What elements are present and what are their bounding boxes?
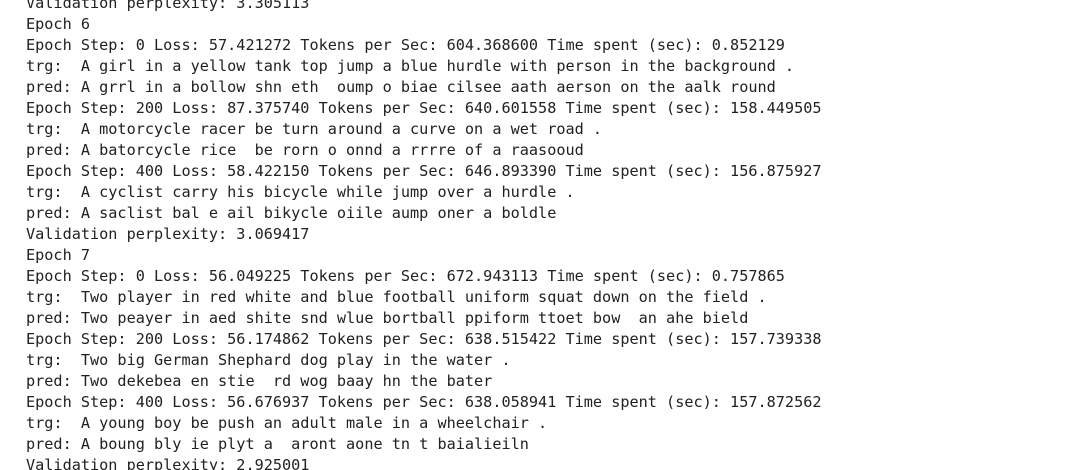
output-line-step: Epoch Step: 400 Loss: 56.676937 Tokens p… <box>26 393 822 411</box>
output-line-epoch: Epoch 7 <box>26 246 91 264</box>
output-line-step: Epoch Step: 0 Loss: 57.421272 Tokens per… <box>26 36 785 54</box>
output-line-step: Epoch Step: 200 Loss: 56.174862 Tokens p… <box>26 330 822 348</box>
output-line-trg: trg: A young boy be push an adult male i… <box>26 414 548 432</box>
cell-output-panel: Validation perplexity: 3.305113 Epoch 6 … <box>0 0 1084 470</box>
output-line-trg: trg: A motorcycle racer be turn around a… <box>26 120 603 138</box>
output-line-pred: pred: A saclist bal e ail bikycle oiile … <box>26 204 557 222</box>
output-line-pred: pred: A batorcycle rice be rorn o onnd a… <box>26 141 584 159</box>
output-line-trg: trg: A girl in a yellow tank top jump a … <box>26 57 795 75</box>
output-line-validation: Validation perplexity: 2.925001 <box>26 456 310 470</box>
output-line-trg: trg: A cyclist carry his bicycle while j… <box>26 183 575 201</box>
output-line-validation: Validation perplexity: 3.069417 <box>26 225 310 243</box>
output-line-pred: pred: A grrl in a bollow shn eth oump o … <box>26 78 776 96</box>
output-line-trg: trg: Two big German Shephard dog play in… <box>26 351 511 369</box>
output-line-pred: pred: Two dekebea en stie rd wog baay hn… <box>26 372 493 390</box>
output-line-pred: pred: Two peayer in aed shite snd wlue b… <box>26 309 749 327</box>
output-text: Validation perplexity: 3.305113 Epoch 6 … <box>26 0 822 470</box>
output-line-epoch: Epoch 6 <box>26 15 91 33</box>
output-line-step: Epoch Step: 0 Loss: 56.049225 Tokens per… <box>26 267 785 285</box>
output-line-trg: trg: Two player in red white and blue fo… <box>26 288 767 306</box>
output-line-validation: Validation perplexity: 3.305113 <box>26 0 310 12</box>
output-line-step: Epoch Step: 200 Loss: 87.375740 Tokens p… <box>26 99 822 117</box>
output-line-pred: pred: A boung bly ie plyt a aront aone t… <box>26 435 529 453</box>
output-line-step: Epoch Step: 400 Loss: 58.422150 Tokens p… <box>26 162 822 180</box>
